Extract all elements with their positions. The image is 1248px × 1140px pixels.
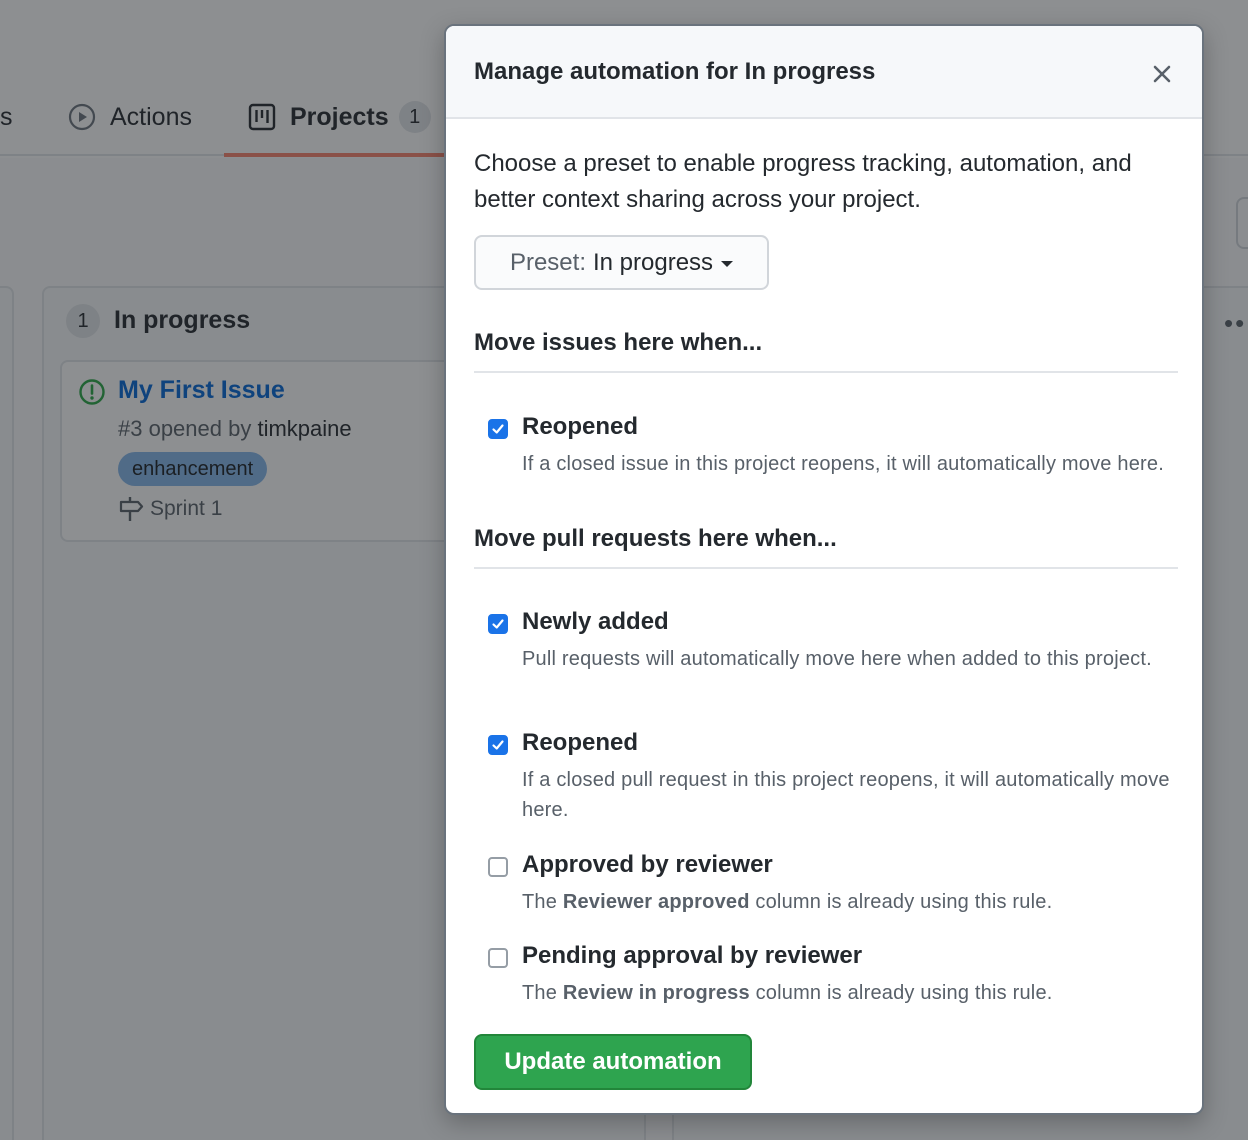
dialog-intro-text: Choose a preset to enable progress track… [474,150,1132,213]
desc-text: column is already using this rule. [749,891,1053,913]
dialog-title: Manage automation for In progress [474,58,876,85]
close-button[interactable] [1146,58,1178,90]
column-name: Review in progress [562,982,750,1004]
column-name: Reviewer approved [562,891,750,913]
update-automation-button[interactable]: Update automation [474,1034,752,1090]
automation-dialog: Manage automation for In progress Choose… [444,24,1204,1115]
preset-label: Preset: [509,248,586,276]
checkbox-pr-pending-approval[interactable] [488,948,508,968]
issues-section-heading: Move issues here when... [474,329,1178,373]
checkbox-pr-reopened[interactable] [488,735,508,755]
rule-title: Newly added [522,608,669,635]
close-icon [1153,65,1171,83]
checkbox-pr-approved[interactable] [488,857,508,877]
preset-value: In progress [592,248,714,276]
caret-down-icon [721,261,734,267]
check-icon [492,424,504,434]
rule-description: If a closed issue in this project reopen… [522,453,1164,475]
pr-section-heading: Move pull requests here when... [474,525,1178,569]
rule-description: The Review in progress column is already… [522,978,1172,1008]
preset-dropdown-button[interactable]: Preset: In progress [474,235,769,290]
check-icon [492,740,504,750]
dialog-header: Manage automation for In progress [446,26,1202,119]
rule-description: The Reviewer approved column is already … [522,887,1172,917]
rule-title: Pending approval by reviewer [522,942,863,969]
rule-title: Approved by reviewer [522,851,773,878]
checkbox-pr-newly-added[interactable] [488,614,508,634]
rule-title: Reopened [522,729,639,756]
rule-description: If a closed pull request in this project… [522,769,1170,821]
rule-title: Reopened [522,413,639,440]
desc-text: The [522,891,563,913]
checkbox-issue-reopened[interactable] [488,419,508,439]
check-icon [492,619,504,629]
desc-text: The [522,982,563,1004]
rule-description: Pull requests will automatically move he… [522,648,1152,670]
desc-text: column is already using this rule. [749,982,1053,1004]
